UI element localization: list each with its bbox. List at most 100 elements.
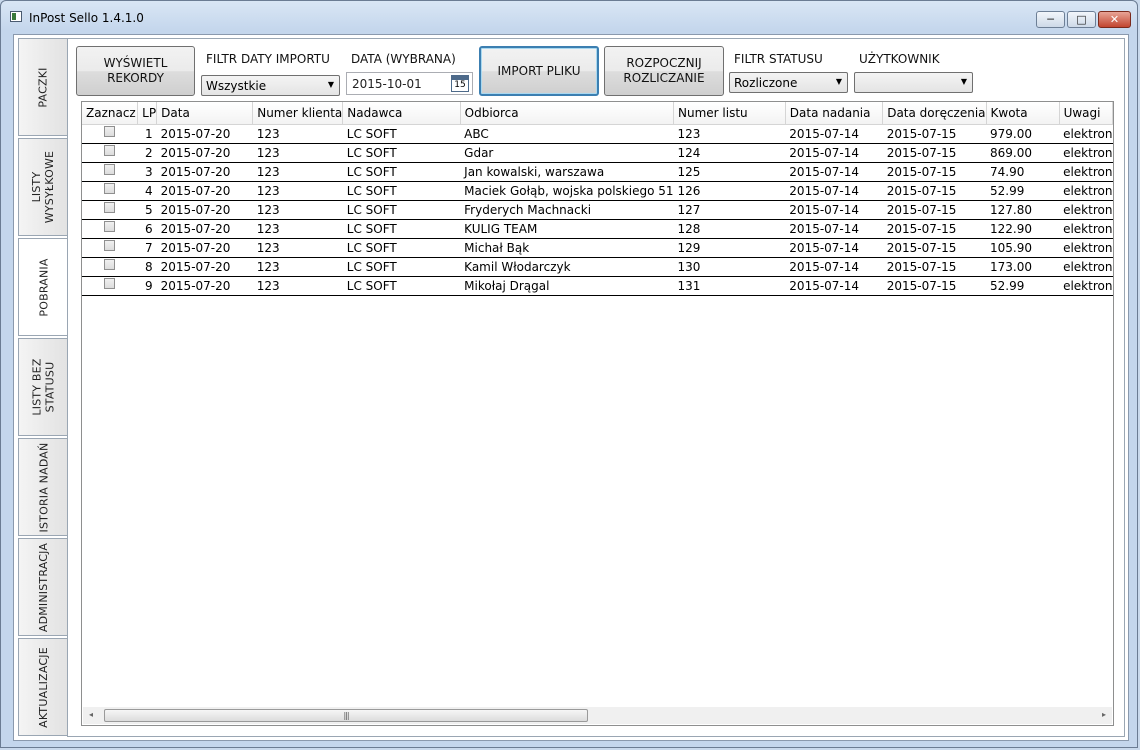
cell-lp: 2 <box>137 143 157 163</box>
select-cell <box>82 124 138 144</box>
table-row[interactable]: 6 2015-07-20 123 LC SOFT KULIG TEAM 128 2015-0… <box>82 219 1113 239</box>
scroll-left-icon[interactable]: ◂ <box>89 710 93 719</box>
cell-klient: 123 <box>252 143 343 163</box>
table-row[interactable]: 4 2015-07-20 123 LC SOFT Maciek Gołąb, wojsk… <box>82 181 1113 201</box>
select-cell <box>82 200 138 220</box>
cell-klient: 123 <box>252 181 343 201</box>
row-checkbox[interactable] <box>104 220 116 232</box>
row-checkbox[interactable] <box>104 182 116 194</box>
table-row[interactable]: 5 2015-07-20 123 LC SOFT Fryderych Machnacki… <box>82 200 1113 220</box>
app-icon <box>10 11 22 22</box>
tab-administracja[interactable]: ADMINISTRACJA <box>18 538 68 636</box>
cell-odbiorca: Jan kowalski, warszawa <box>460 162 674 182</box>
chevron-down-icon: ▼ <box>835 77 842 86</box>
cell-uwagi: elektron <box>1059 257 1113 277</box>
row-checkbox[interactable] <box>104 239 116 251</box>
cell-kwota: 869.00 <box>986 143 1060 163</box>
tab-label: AKTUALIZACJE <box>37 646 51 728</box>
cell-odbiorca: Fryderych Machnacki <box>460 200 674 220</box>
cell-odbiorca: Maciek Gołąb, wojska polskiego 51 <box>460 181 674 201</box>
cell-odbiorca: ABC <box>460 124 674 144</box>
cell-nadania: 2015-07-14 <box>785 257 883 277</box>
row-checkbox[interactable] <box>104 258 116 270</box>
cell-lp: 7 <box>137 238 157 258</box>
column-header[interactable]: Zaznacz <box>82 102 139 125</box>
table-row[interactable]: 8 2015-07-20 123 LC SOFT Kamil Włodarczyk 130… <box>82 257 1113 277</box>
cell-nadawca: LC SOFT <box>342 124 461 144</box>
column-header[interactable]: Data doręczenia <box>882 102 987 125</box>
column-header[interactable]: Numer klienta <box>252 102 344 125</box>
tab-aktualizacje[interactable]: AKTUALIZACJE <box>18 638 68 736</box>
import-date-filter-label: FILTR DATY IMPORTU <box>206 52 330 66</box>
status-filter-select[interactable]: Rozliczone ▼ <box>729 72 848 93</box>
table-row[interactable]: 7 2015-07-20 123 LC SOFT Michał Bąk 129 2015-0… <box>82 238 1113 258</box>
data-grid[interactable]: Zaznacz LP Data Numer klienta Nadawca Odbiorc… <box>81 101 1114 726</box>
cell-data: 2015-07-20 <box>156 238 253 258</box>
row-checkbox[interactable] <box>104 277 116 289</box>
cell-uwagi: elektron <box>1059 143 1113 163</box>
cell-uwagi: elektron <box>1059 124 1113 144</box>
tab-paczki[interactable]: PACZKI <box>18 38 68 136</box>
cell-uwagi: elektron <box>1059 219 1113 239</box>
row-checkbox[interactable] <box>104 201 116 213</box>
cell-odbiorca: Michał Bąk <box>460 238 674 258</box>
cell-uwagi: elektron <box>1059 276 1113 296</box>
column-header[interactable]: Data <box>156 102 254 125</box>
import-file-button[interactable]: IMPORT PLIKU <box>479 46 599 96</box>
table-row[interactable]: 2 2015-07-20 123 LC SOFT Gdar 124 2015-07-14 20… <box>82 143 1113 163</box>
row-checkbox[interactable] <box>104 125 116 137</box>
cell-kwota: 979.00 <box>986 124 1060 144</box>
column-header[interactable]: Nadawca <box>342 102 461 125</box>
cell-uwagi: elektron <box>1059 181 1113 201</box>
cell-nadania: 2015-07-14 <box>785 200 883 220</box>
cell-numer: 123 <box>673 124 786 144</box>
column-header[interactable]: LP <box>137 102 158 125</box>
minimize-button[interactable]: ─ <box>1036 11 1065 28</box>
title-bar[interactable]: InPost Sello 1.4.1.0 ─ □ ✕ <box>1 1 1137 33</box>
row-checkbox[interactable] <box>104 163 116 175</box>
tab-listy-wysylkowe[interactable]: LISTY WYSYŁKOWE <box>18 138 68 236</box>
date-picker[interactable]: 2015-10-01 15 <box>346 72 473 95</box>
cell-klient: 123 <box>252 257 343 277</box>
cell-uwagi: elektron <box>1059 200 1113 220</box>
scrollbar-thumb[interactable]: ||| <box>104 709 588 722</box>
scroll-right-icon[interactable]: ▸ <box>1102 710 1106 719</box>
column-header[interactable]: Uwagi <box>1059 102 1113 125</box>
tab-listy-bez-statusu[interactable]: LISTY BEZ STATUSU <box>18 338 68 436</box>
column-header[interactable]: Data nadania <box>785 102 884 125</box>
tab-label: ADMINISTRACJA <box>37 542 51 632</box>
user-select[interactable]: ▼ <box>854 72 973 93</box>
select-cell <box>82 162 138 182</box>
tab-pobrania[interactable]: POBRANIA <box>18 238 70 336</box>
chevron-down-icon: ▼ <box>960 77 967 86</box>
calendar-icon[interactable]: 15 <box>451 75 469 92</box>
cell-kwota: 105.90 <box>986 238 1060 258</box>
cell-data: 2015-07-20 <box>156 257 253 277</box>
cell-nadawca: LC SOFT <box>342 200 461 220</box>
cell-lp: 3 <box>137 162 157 182</box>
horizontal-scrollbar[interactable]: ◂ ||| ▸ <box>83 707 1112 724</box>
table-row[interactable]: 3 2015-07-20 123 LC SOFT Jan kowalski, warsz… <box>82 162 1113 182</box>
tab-istoria-nadan[interactable]: ISTORIA NADAŃ <box>18 438 68 536</box>
import-date-filter-select[interactable]: Wszystkie ▼ <box>201 75 340 96</box>
cell-numer: 125 <box>673 162 786 182</box>
cell-doreczenia: 2015-07-15 <box>882 276 987 296</box>
column-header[interactable]: Kwota <box>986 102 1060 125</box>
table-row[interactable]: 9 2015-07-20 123 LC SOFT Mikołaj Drągal 131 20… <box>82 276 1113 296</box>
start-settlement-button[interactable]: ROZPOCZNIJ ROZLICZANIE <box>604 46 724 96</box>
select-cell <box>82 143 138 163</box>
cell-lp: 6 <box>137 219 157 239</box>
cell-lp: 1 <box>137 124 157 144</box>
cell-numer: 128 <box>673 219 786 239</box>
tab-label: LISTY BEZ STATUSU <box>30 358 57 416</box>
show-records-button[interactable]: WYŚWIETL REKORDY <box>76 46 195 96</box>
cell-nadania: 2015-07-14 <box>785 181 883 201</box>
table-row[interactable]: 1 2015-07-20 123 LC SOFT ABC 123 2015-07-14 201… <box>82 124 1113 144</box>
maximize-button[interactable]: □ <box>1067 11 1096 28</box>
column-header[interactable]: Numer listu <box>673 102 786 125</box>
cell-kwota: 52.99 <box>986 276 1060 296</box>
close-button[interactable]: ✕ <box>1098 11 1131 28</box>
cell-klient: 123 <box>252 124 343 144</box>
row-checkbox[interactable] <box>104 144 116 156</box>
column-header[interactable]: Odbiorca <box>460 102 675 125</box>
